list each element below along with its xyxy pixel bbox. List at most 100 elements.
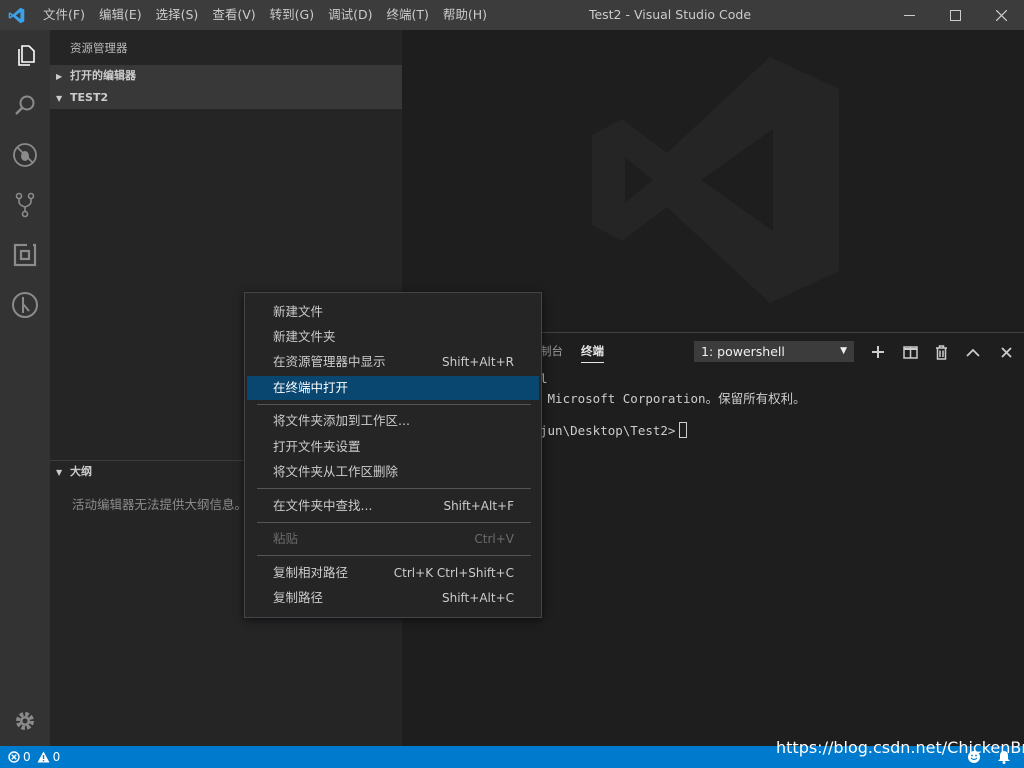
plus-icon (872, 346, 884, 358)
menu-go[interactable]: 转到(G) (263, 0, 321, 30)
remote-activity[interactable] (0, 280, 50, 330)
vscode-watermark-icon (592, 57, 839, 303)
menu-item-find-in-folder[interactable]: 在文件夹中查找... Shift+Alt+F (247, 494, 539, 518)
menu-separator (257, 522, 531, 523)
menu-item-label: 在文件夹中查找... (273, 498, 373, 513)
tab-debug-console[interactable]: 制台 (540, 343, 563, 359)
error-count: 0 (23, 750, 31, 764)
chevron-down-icon: ▼ (56, 468, 63, 477)
terminal-cursor (679, 422, 688, 438)
chevron-down-icon: ▼ (56, 94, 63, 103)
settings-activity[interactable] (0, 696, 50, 746)
folder-header[interactable]: ▼ TEST2 (50, 87, 402, 109)
title-bar: 文件(F) 编辑(E) 选择(S) 查看(V) 转到(G) 调试(D) 终端(T… (0, 0, 1024, 30)
menu-view[interactable]: 查看(V) (205, 0, 262, 30)
terminal-select[interactable]: 1: powershell ▼ (694, 341, 854, 362)
close-icon (1000, 346, 1012, 358)
trash-icon (935, 344, 947, 360)
menu-item-label: 将文件夹从工作区删除 (273, 464, 399, 479)
menu-bar: 文件(F) 编辑(E) 选择(S) 查看(V) 转到(G) 调试(D) 终端(T… (36, 0, 494, 30)
menu-item-add-folder-to-workspace[interactable]: 将文件夹添加到工作区... (247, 409, 539, 433)
menu-terminal[interactable]: 终端(T) (379, 0, 435, 30)
source-control-icon (15, 192, 35, 218)
kill-terminal-button[interactable] (931, 342, 951, 362)
open-editors-header[interactable]: ▶ 打开的编辑器 (50, 65, 402, 87)
menu-item-shortcut: Ctrl+K Ctrl+Shift+C (393, 566, 514, 580)
settings-gear-icon (16, 712, 34, 730)
extensions-icon (13, 243, 37, 267)
menu-item-reveal-in-explorer[interactable]: 在资源管理器中显示 Shift+Alt+R (247, 350, 539, 374)
debug-icon (13, 143, 37, 167)
search-icon (15, 95, 35, 115)
source-control-activity[interactable] (0, 180, 50, 230)
terminal-select-value: 1: powershell (701, 344, 785, 359)
menu-item-label: 复制路径 (273, 590, 324, 605)
split-terminal-button[interactable] (900, 342, 920, 362)
menu-item-label: 新建文件夹 (273, 329, 336, 344)
open-editors-label: 打开的编辑器 (70, 69, 136, 82)
outline-label: 大纲 (70, 465, 92, 478)
menu-item-remove-folder-from-workspace[interactable]: 将文件夹从工作区删除 (247, 460, 539, 484)
context-menu: 新建文件 新建文件夹 在资源管理器中显示 Shift+Alt+R 在终端中打开 … (244, 292, 542, 618)
close-icon (995, 9, 1007, 21)
menu-item-open-in-terminal[interactable]: 在终端中打开 (247, 376, 539, 400)
extensions-activity[interactable] (0, 230, 50, 280)
menu-item-new-file[interactable]: 新建文件 (247, 300, 539, 324)
menu-item-label: 复制相对路径 (273, 565, 349, 580)
sidebar-title: 资源管理器 (70, 41, 128, 55)
maximize-panel-button[interactable] (963, 342, 983, 362)
warning-count: 0 (52, 750, 61, 764)
minimize-icon (903, 14, 915, 16)
menu-selection[interactable]: 选择(S) (149, 0, 206, 30)
terminal-prompt: jun\Desktop\Test2> (540, 423, 676, 438)
outline-message: 活动编辑器无法提供大纲信息。 (72, 497, 248, 512)
chevron-up-icon (966, 348, 980, 357)
close-window-button[interactable] (978, 0, 1024, 30)
menu-item-label: 新建文件 (273, 304, 324, 319)
csdn-watermark: https://blog.csdn.net/ChickenBro_ (776, 738, 1024, 757)
menu-item-label: 在终端中打开 (273, 380, 349, 395)
maximize-icon (949, 9, 961, 21)
problems-indicator[interactable]: 0 0 (8, 746, 60, 768)
dropdown-arrow-icon: ▼ (840, 346, 847, 356)
menu-item-copy-relative-path[interactable]: 复制相对路径 Ctrl+K Ctrl+Shift+C (247, 561, 539, 585)
window-title: Test2 - Visual Studio Code (588, 7, 752, 22)
editor-area (402, 30, 1024, 333)
tab-terminal[interactable]: 终端 (581, 343, 604, 363)
menu-separator (257, 488, 531, 489)
activity-bar (0, 30, 50, 746)
split-icon (902, 345, 918, 359)
close-panel-button[interactable] (996, 342, 1016, 362)
terminal-line: Microsoft Corporation。保留所有权利。 (540, 391, 806, 406)
menu-item-label: 在资源管理器中显示 (273, 354, 386, 369)
menu-item-label: 将文件夹添加到工作区... (273, 413, 410, 428)
debug-activity[interactable] (0, 130, 50, 180)
minimize-button[interactable] (886, 0, 932, 30)
menu-help[interactable]: 帮助(H) (436, 0, 494, 30)
menu-item-paste: 粘贴 Ctrl+V (247, 527, 539, 551)
menu-debug[interactable]: 调试(D) (321, 0, 379, 30)
menu-item-shortcut: Shift+Alt+F (443, 499, 514, 513)
menu-item-open-folder-settings[interactable]: 打开文件夹设置 (247, 435, 539, 459)
chevron-right-icon: ▶ (56, 72, 63, 81)
menu-file[interactable]: 文件(F) (36, 0, 92, 30)
menu-item-copy-path[interactable]: 复制路径 Shift+Alt+C (247, 586, 539, 610)
maximize-button[interactable] (932, 0, 978, 30)
error-icon (8, 751, 20, 763)
remote-icon (12, 292, 38, 318)
vscode-logo-icon (8, 7, 25, 24)
files-icon (18, 45, 35, 66)
menu-item-label: 打开文件夹设置 (273, 439, 361, 454)
terminal-prompt-line[interactable]: jun\Desktop\Test2> (540, 422, 688, 438)
new-terminal-button[interactable] (868, 342, 888, 362)
warning-icon (37, 751, 50, 763)
explorer-activity[interactable] (0, 30, 50, 80)
menu-item-label: 粘贴 (273, 531, 299, 546)
menu-separator (257, 555, 531, 556)
menu-separator (257, 404, 531, 405)
menu-item-shortcut: Shift+Alt+R (442, 355, 514, 369)
menu-item-shortcut: Ctrl+V (474, 532, 514, 546)
search-activity[interactable] (0, 80, 50, 130)
menu-edit[interactable]: 编辑(E) (92, 0, 149, 30)
menu-item-new-folder[interactable]: 新建文件夹 (247, 325, 539, 349)
